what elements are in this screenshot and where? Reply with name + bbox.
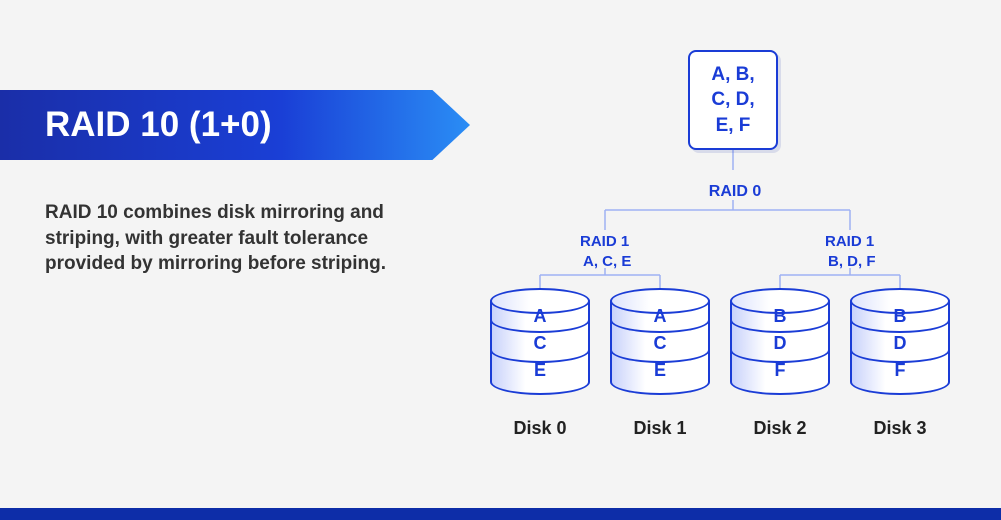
title-banner: RAID 10 (1+0)	[0, 90, 470, 160]
diagram-description: RAID 10 combines disk mirroring and stri…	[45, 200, 415, 277]
data-set-line: E, F	[716, 113, 751, 139]
block-label: B	[894, 306, 907, 327]
raid1-left-label: RAID 1	[580, 233, 629, 250]
disk-name: Disk 3	[850, 418, 950, 439]
disk-column: A C E Disk 0	[490, 288, 590, 439]
disk-name: Disk 2	[730, 418, 830, 439]
block-label: E	[534, 360, 546, 381]
page-title: RAID 10 (1+0)	[45, 105, 272, 145]
data-set-line: A, B,	[711, 62, 754, 88]
block-label: A	[534, 306, 547, 327]
disk-column: A C E Disk 1	[610, 288, 710, 439]
disk-column: B D F Disk 2	[730, 288, 830, 439]
block-label: C	[534, 333, 547, 354]
footer-accent-bar	[0, 508, 1001, 520]
disk-column: B D F Disk 3	[850, 288, 950, 439]
group-left-data: A, C, E	[583, 253, 631, 270]
raid1-right-label: RAID 1	[825, 233, 874, 250]
block-label: B	[774, 306, 787, 327]
disk-cylinder-icon: A C E	[490, 288, 590, 408]
block-label: D	[894, 333, 907, 354]
disk-name: Disk 1	[610, 418, 710, 439]
disk-cylinder-icon: B D F	[730, 288, 830, 408]
block-label: E	[654, 360, 666, 381]
disk-cylinder-icon: A C E	[610, 288, 710, 408]
disk-row: A C E Disk 0 A C E Disk 1	[490, 288, 950, 439]
disk-cylinder-icon: B D F	[850, 288, 950, 408]
block-label: F	[895, 360, 906, 381]
raid0-label: RAID 0	[490, 183, 980, 201]
data-set-box: A, B, C, D, E, F	[688, 50, 778, 150]
data-set-line: C, D,	[711, 87, 754, 113]
raid-diagram: A, B, C, D, E, F RAID 0 RAID 1 RAID 1 A,…	[490, 50, 980, 470]
block-label: C	[654, 333, 667, 354]
block-label: D	[774, 333, 787, 354]
block-label: F	[775, 360, 786, 381]
block-label: A	[654, 306, 667, 327]
disk-name: Disk 0	[490, 418, 590, 439]
group-right-data: B, D, F	[828, 253, 876, 270]
